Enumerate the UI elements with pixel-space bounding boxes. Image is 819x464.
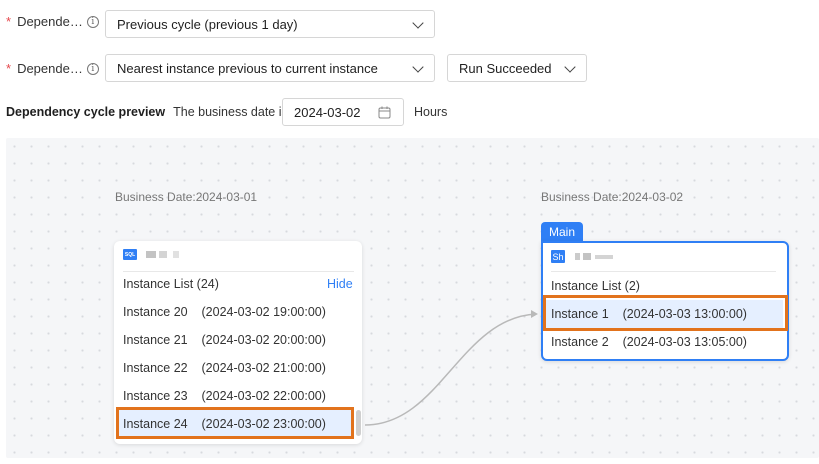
instance-item[interactable]: Instance 2 (2024-03-03 13:05:00) (545, 328, 783, 356)
instance-list-title: Instance List (24) (123, 277, 219, 291)
scrollbar[interactable] (356, 410, 361, 436)
instance-item[interactable]: Instance 21 (2024-03-02 20:00:00) (117, 326, 351, 354)
highlight-box (543, 295, 788, 331)
redacted-name (159, 251, 167, 258)
shell-icon: Sh (551, 250, 565, 263)
left-node-header: SQL (123, 249, 179, 260)
divider (551, 271, 776, 272)
instance-item[interactable]: Instance 23 (2024-03-02 22:00:00) (117, 382, 351, 410)
main-tag: Main (541, 222, 584, 242)
instance-item[interactable]: Instance 22 (2024-03-02 21:00:00) (117, 354, 351, 382)
right-node-header: Sh (551, 250, 613, 263)
redacted-name (146, 251, 156, 258)
redacted-name (595, 254, 613, 259)
divider (123, 271, 354, 272)
instance-item[interactable]: Instance 20 (2024-03-02 19:00:00) (117, 298, 351, 326)
sql-icon: SQL (123, 249, 137, 260)
redacted-name (583, 253, 591, 260)
hide-link[interactable]: Hide (327, 277, 353, 291)
highlight-box (116, 407, 354, 439)
redacted-name (575, 253, 580, 260)
redacted-name (173, 251, 179, 258)
instance-list-title: Instance List (2) (551, 279, 640, 293)
